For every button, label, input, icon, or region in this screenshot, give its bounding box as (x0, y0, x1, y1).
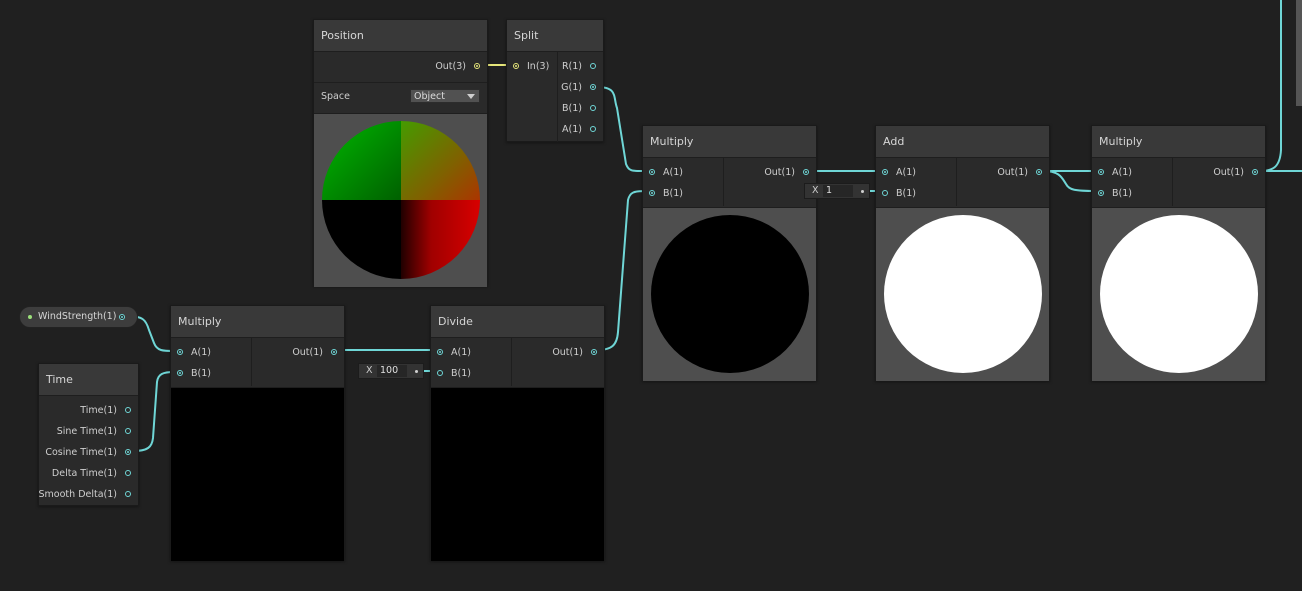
port-label-out: Out(1) (997, 167, 1028, 178)
smooth-delta-port[interactable] (125, 491, 131, 497)
time-node[interactable]: Time Time(1) Sine Time(1) Cosine Time(1)… (38, 363, 139, 506)
port-label-b: B(1) (663, 188, 683, 199)
wind-strength-property[interactable]: WindStrength(1) (19, 306, 138, 328)
a-port[interactable] (649, 169, 655, 175)
node-preview (431, 387, 604, 561)
out-port[interactable] (803, 169, 809, 175)
node-title: Multiply (643, 126, 816, 158)
a-port[interactable] (590, 126, 596, 132)
add-node[interactable]: Add A(1) B(1) Out(1) (875, 125, 1050, 381)
node-preview (643, 207, 816, 381)
vertical-scrollbar[interactable] (1296, 0, 1302, 106)
port-label-out: Out(1) (764, 167, 795, 178)
field-axis-label: X (366, 365, 373, 376)
port-label-out: Out(1) (292, 347, 323, 358)
cosine-time-port[interactable] (125, 449, 131, 455)
b-port[interactable] (177, 370, 183, 376)
in-port[interactable] (513, 63, 519, 69)
port-label-b: B(1) (191, 368, 211, 379)
wire-split-g-to-multiply2-a (596, 86, 647, 173)
port-label-a: A(1) (663, 167, 683, 178)
out-port[interactable] (1036, 169, 1042, 175)
space-label: Space (321, 91, 350, 102)
multiply-node-2[interactable]: Multiply A(1) B(1) Out(1) (642, 125, 817, 381)
out-port[interactable] (119, 314, 125, 320)
port-label-time: Time(1) (80, 405, 117, 416)
node-title: Position (314, 20, 487, 52)
b-port[interactable] (590, 105, 596, 111)
port-label-b: B(1) (562, 103, 582, 114)
node-preview (171, 387, 344, 561)
field-axis-label: X (812, 185, 819, 196)
a-port[interactable] (1098, 169, 1104, 175)
node-preview (314, 113, 487, 287)
port-label-out: Out(1) (552, 347, 583, 358)
b-port[interactable] (1098, 190, 1104, 196)
a-port[interactable] (177, 349, 183, 355)
out-port[interactable] (1252, 169, 1258, 175)
port-label-a: A(1) (562, 124, 582, 135)
port-label-a: A(1) (1112, 167, 1132, 178)
preview-sphere-white (884, 215, 1042, 373)
g-port[interactable] (590, 84, 596, 90)
port-label-a: A(1) (896, 167, 916, 178)
field-connector-icon (861, 190, 864, 193)
a-port[interactable] (882, 169, 888, 175)
sine-time-port[interactable] (125, 428, 131, 434)
space-dropdown[interactable]: Object (410, 89, 480, 103)
out-port[interactable] (331, 349, 337, 355)
port-label-a: A(1) (451, 347, 471, 358)
node-title: Divide (431, 306, 604, 338)
node-title: Multiply (171, 306, 344, 338)
port-label: Out(3) (435, 61, 466, 72)
property-label: WindStrength(1) (38, 311, 117, 322)
b-port[interactable] (882, 190, 888, 196)
port-label-b: B(1) (1112, 188, 1132, 199)
a-port[interactable] (437, 349, 443, 355)
preview-sphere-white (1100, 215, 1258, 373)
chevron-down-icon (467, 94, 475, 99)
port-label: In(3) (527, 61, 550, 72)
property-dot-icon (28, 315, 32, 319)
port-label-out: Out(1) (1213, 167, 1244, 178)
space-value: Object (414, 91, 445, 102)
node-title: Add (876, 126, 1049, 158)
position-preview-sphere (322, 121, 480, 279)
port-label-b: B(1) (451, 368, 471, 379)
port-label-cosine: Cosine Time(1) (45, 447, 117, 458)
multiply-node-3[interactable]: Multiply A(1) B(1) Out(1) (1091, 125, 1266, 381)
split-node[interactable]: Split In(3) R(1) G(1) B(1) A(1) (506, 19, 604, 142)
port-label-g: G(1) (561, 82, 582, 93)
node-title: Multiply (1092, 126, 1265, 158)
out-port[interactable] (591, 349, 597, 355)
position-node[interactable]: Position Out(3) Space Object (313, 19, 488, 287)
node-title: Split (507, 20, 603, 52)
port-label-r: R(1) (561, 61, 582, 72)
node-preview (1092, 207, 1265, 381)
wire-time-cos-to-multiply1-b (132, 371, 175, 452)
node-title: Time (39, 364, 138, 396)
port-label-smooth: Smooth Delta(1) (38, 489, 117, 500)
node-preview (876, 207, 1049, 381)
add-b-input[interactable]: X 1 (804, 183, 870, 199)
port-label-a: A(1) (191, 347, 211, 358)
r-port[interactable] (590, 63, 596, 69)
out-port[interactable] (474, 63, 480, 69)
field-connector-icon (415, 370, 418, 373)
divide-node[interactable]: Divide A(1) B(1) Out(1) (430, 305, 605, 561)
b-port[interactable] (649, 190, 655, 196)
preview-sphere-black (651, 215, 809, 373)
field-value: 100 (377, 365, 407, 377)
multiply-node-1[interactable]: Multiply A(1) B(1) Out(1) (170, 305, 345, 561)
port-label-delta: Delta Time(1) (51, 468, 117, 479)
port-label-sine: Sine Time(1) (56, 426, 117, 437)
port-label-b: B(1) (896, 188, 916, 199)
field-value: 1 (823, 185, 853, 197)
wire-add-to-multiply3-b (1042, 170, 1097, 192)
time-port[interactable] (125, 407, 131, 413)
b-port[interactable] (437, 370, 443, 376)
delta-time-port[interactable] (125, 470, 131, 476)
divide-b-input[interactable]: X 100 (358, 363, 424, 379)
